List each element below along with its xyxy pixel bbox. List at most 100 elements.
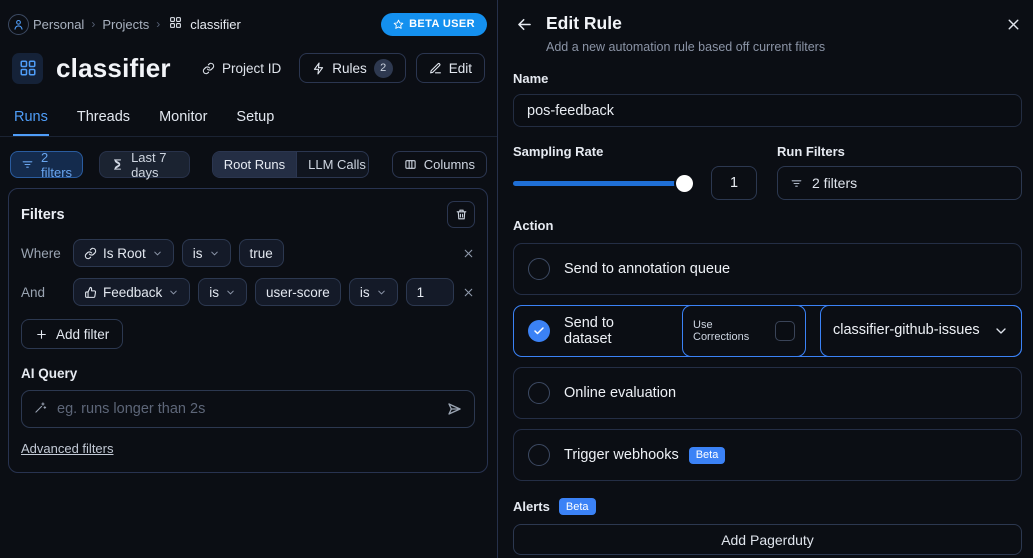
ai-query-label: AI Query: [21, 366, 78, 381]
breadcrumb-separator: ›: [156, 17, 161, 31]
user-icon: [14, 19, 23, 30]
filter-key-chip[interactable]: user-score: [255, 278, 341, 306]
project-grid-icon: [169, 16, 182, 32]
ai-query-input[interactable]: [57, 401, 436, 417]
radio-unchecked[interactable]: [528, 444, 550, 466]
columns-icon: [405, 160, 416, 169]
check-icon: [534, 327, 544, 335]
clear-filters-button[interactable]: [447, 201, 475, 228]
breadcrumb-separator: ›: [91, 17, 96, 31]
add-pagerduty-button[interactable]: Add Pagerduty: [513, 524, 1022, 555]
date-range-button[interactable]: Last 7 days: [99, 150, 190, 180]
beta-user-badge[interactable]: BETA USER: [381, 12, 487, 36]
breadcrumb-item-personal[interactable]: Personal: [33, 17, 84, 32]
slider-thumb[interactable]: [676, 175, 693, 192]
option-trigger-webhooks[interactable]: Trigger webhooks Beta: [513, 429, 1022, 481]
filter-conjunction: Where: [21, 245, 61, 261]
close-icon: [1008, 19, 1019, 30]
breadcrumb-item-projects[interactable]: Projects: [102, 17, 149, 32]
project-page: Personal › Projects › classifier BETA US…: [0, 0, 497, 558]
filters-count-button[interactable]: 2 filters: [10, 150, 84, 180]
rule-name-input[interactable]: [513, 94, 1022, 127]
star-icon: [393, 19, 404, 29]
drawer-subtitle: Add a new automation rule based off curr…: [546, 40, 826, 54]
add-filter-button[interactable]: Add filter: [21, 319, 124, 349]
filter-field-chip[interactable]: Feedback: [73, 278, 191, 306]
chevron-down-icon: [170, 290, 178, 294]
radio-checked[interactable]: [528, 320, 550, 342]
chevron-down-icon: [996, 328, 1006, 334]
run-filters-label: Run Filters: [777, 144, 845, 159]
segment-root-runs[interactable]: Root Runs: [212, 152, 297, 177]
plus-icon: [37, 329, 46, 339]
filters-panel-title: Filters: [21, 206, 65, 223]
use-corrections-checkbox[interactable]: [775, 321, 795, 341]
filters-panel: Filters Where Is Root is true And Feedba…: [8, 188, 488, 473]
beta-badge: Beta: [688, 446, 726, 464]
close-icon: [464, 249, 473, 257]
filter-operator-chip[interactable]: is: [348, 278, 398, 306]
rules-button[interactable]: Rules 2: [299, 53, 406, 83]
option-send-to-annotation-queue[interactable]: Send to annotation queue: [513, 243, 1022, 295]
chevron-down-icon: [210, 251, 218, 255]
close-icon: [464, 288, 473, 296]
wand-icon: [34, 401, 47, 417]
action-label: Action: [513, 218, 554, 233]
runs-toolbar: 2 filters Last 7 days Root Runs LLM Call…: [0, 150, 497, 180]
filter-icon: [22, 161, 33, 168]
breadcrumb-item-classifier[interactable]: classifier: [190, 17, 241, 32]
sampling-rate-label: Sampling Rate: [513, 144, 604, 159]
link-icon: [202, 62, 215, 74]
filter-field-chip[interactable]: Is Root: [73, 239, 174, 267]
pencil-icon: [429, 62, 441, 73]
project-header: classifier Project ID Rules 2 Edit: [0, 50, 497, 86]
use-corrections-control: Use Corrections: [682, 305, 806, 357]
project-icon: [12, 52, 43, 84]
filter-value-chip[interactable]: true: [238, 239, 284, 267]
radio-unchecked[interactable]: [528, 258, 550, 280]
radio-unchecked[interactable]: [528, 382, 550, 404]
edit-rule-drawer: Edit Rule Add a new automation rule base…: [497, 0, 1033, 558]
alerts-label: Alerts: [513, 499, 550, 514]
filter-value-input[interactable]: 1: [405, 278, 454, 306]
dataset-select[interactable]: classifier-github-issues: [820, 305, 1022, 357]
chevron-down-icon: [227, 290, 234, 294]
advanced-filters-link[interactable]: Advanced filters: [21, 441, 114, 456]
option-online-evaluation[interactable]: Online evaluation: [513, 367, 1022, 419]
breadcrumb: Personal › Projects › classifier BETA US…: [0, 0, 497, 38]
back-arrow-icon: [518, 18, 531, 31]
remove-filter-button[interactable]: [462, 286, 475, 299]
columns-button[interactable]: Columns: [391, 151, 487, 178]
send-icon[interactable]: [446, 401, 462, 417]
tab-setup[interactable]: Setup: [235, 103, 275, 136]
project-id-button[interactable]: Project ID: [194, 55, 289, 82]
sampling-rate-value[interactable]: 1: [711, 166, 757, 200]
edit-button[interactable]: Edit: [415, 53, 485, 83]
rules-count-badge: 2: [373, 58, 393, 78]
tab-threads[interactable]: Threads: [76, 103, 131, 136]
filter-operator-chip[interactable]: is: [198, 278, 248, 306]
option-send-to-dataset[interactable]: Send to dataset Use Corrections classifi…: [513, 305, 1022, 357]
remove-filter-button[interactable]: [462, 247, 475, 260]
link-icon: [84, 247, 97, 259]
tab-monitor[interactable]: Monitor: [158, 103, 208, 136]
segment-llm-calls[interactable]: LLM Calls: [296, 152, 368, 177]
thumbs-up-icon: [85, 286, 97, 298]
name-label: Name: [513, 71, 549, 86]
drawer-title: Edit Rule: [546, 13, 622, 33]
sampling-rate-slider[interactable]: [513, 166, 693, 200]
close-button[interactable]: [1005, 16, 1022, 33]
user-avatar[interactable]: [8, 13, 29, 35]
run-filters-button[interactable]: 2 filters: [777, 166, 1022, 200]
lightning-icon: [314, 62, 324, 74]
hourglass-icon: [114, 159, 122, 170]
trash-icon: [456, 209, 466, 220]
app-root: Personal › Projects › classifier BETA US…: [0, 0, 1033, 558]
filter-operator-chip[interactable]: is: [181, 239, 231, 267]
chevron-down-icon: [154, 251, 161, 255]
tab-runs[interactable]: Runs: [13, 103, 49, 136]
filter-row-is-root: Where Is Root is true: [21, 239, 475, 267]
back-button[interactable]: [515, 15, 534, 34]
use-corrections-label: Use Corrections: [693, 319, 750, 343]
run-type-segmented-control: Root Runs LLM Calls All Runs: [211, 151, 369, 178]
